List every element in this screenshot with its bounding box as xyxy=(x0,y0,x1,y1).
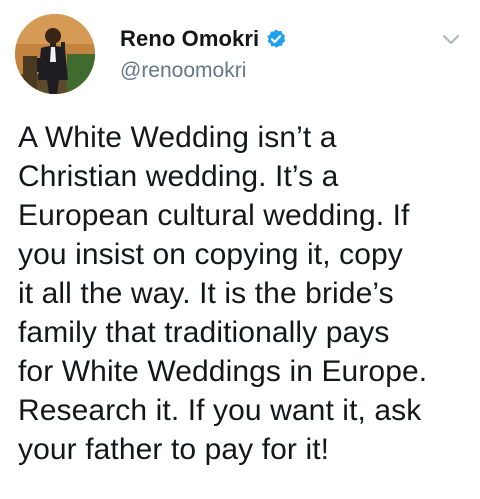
avatar[interactable] xyxy=(15,14,95,94)
tweet-card: Reno Omokri @renoomokri A White Wedding … xyxy=(0,0,480,499)
chevron-down-icon[interactable] xyxy=(438,26,464,52)
user-handle[interactable]: @renoomokri xyxy=(120,59,246,83)
verified-badge-icon xyxy=(267,29,286,48)
profile-photo xyxy=(15,14,95,94)
tweet-text: A White Wedding isn’t a Christian weddin… xyxy=(18,121,428,466)
display-name[interactable]: Reno Omokri xyxy=(120,26,259,52)
author-row: Reno Omokri xyxy=(120,26,287,52)
